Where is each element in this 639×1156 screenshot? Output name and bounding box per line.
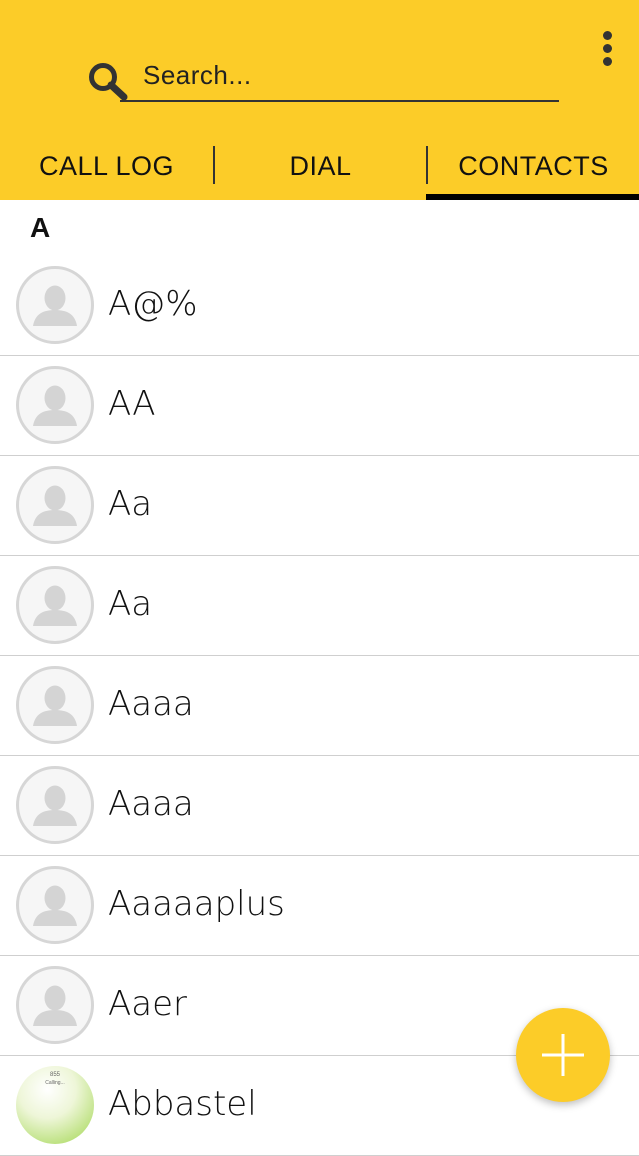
default-avatar-icon [16, 866, 94, 944]
plus-icon [542, 1034, 584, 1076]
contact-name: Abbastel [108, 1084, 257, 1124]
menu-dot [603, 57, 612, 66]
contact-name: A@% [108, 284, 198, 324]
more-vertical-icon[interactable] [596, 28, 620, 68]
add-contact-button[interactable] [516, 1008, 610, 1102]
menu-dot [603, 31, 612, 40]
menu-dot [603, 44, 612, 53]
contact-photo: 855 Calling... [16, 1066, 94, 1144]
tab-dial[interactable]: DIAL [215, 140, 426, 192]
contact-name: AA [108, 384, 156, 424]
tab-bar: CALL LOG DIAL CONTACTS [0, 140, 639, 200]
contact-row[interactable]: A@% [0, 256, 639, 356]
contact-name: Aaaa [108, 784, 194, 824]
photo-caption: Calling... [45, 1080, 65, 1086]
contact-name: Aa [108, 584, 153, 624]
default-avatar-icon [16, 566, 94, 644]
contact-row[interactable]: Aaaaaplus [0, 856, 639, 956]
default-avatar-icon [16, 466, 94, 544]
default-avatar-icon [16, 666, 94, 744]
active-tab-indicator [426, 194, 639, 200]
contact-name: Aaer [108, 984, 187, 1024]
contact-name: Aaaa [108, 684, 194, 724]
contact-row[interactable]: Aaaa [0, 756, 639, 856]
contact-name: Aa [108, 484, 153, 524]
search-icon[interactable] [86, 61, 130, 101]
contact-row[interactable]: AA [0, 356, 639, 456]
contact-row[interactable]: Aa [0, 456, 639, 556]
default-avatar-icon [16, 766, 94, 844]
app-header: Search... CALL LOG DIAL CONTACTS [0, 0, 639, 200]
default-avatar-icon [16, 966, 94, 1044]
contact-row[interactable]: Aa [0, 556, 639, 656]
contact-name: Aaaaaplus [108, 884, 285, 924]
search-input[interactable]: Search... [143, 60, 252, 91]
default-avatar-icon [16, 366, 94, 444]
photo-number: 855 [49, 1072, 60, 1078]
tab-call-log[interactable]: CALL LOG [0, 140, 213, 192]
default-avatar-icon [16, 266, 94, 344]
contact-row[interactable]: Aaaa [0, 656, 639, 756]
search-underline [120, 100, 559, 102]
section-header: A [30, 212, 51, 243]
tab-contacts[interactable]: CONTACTS [428, 140, 639, 192]
